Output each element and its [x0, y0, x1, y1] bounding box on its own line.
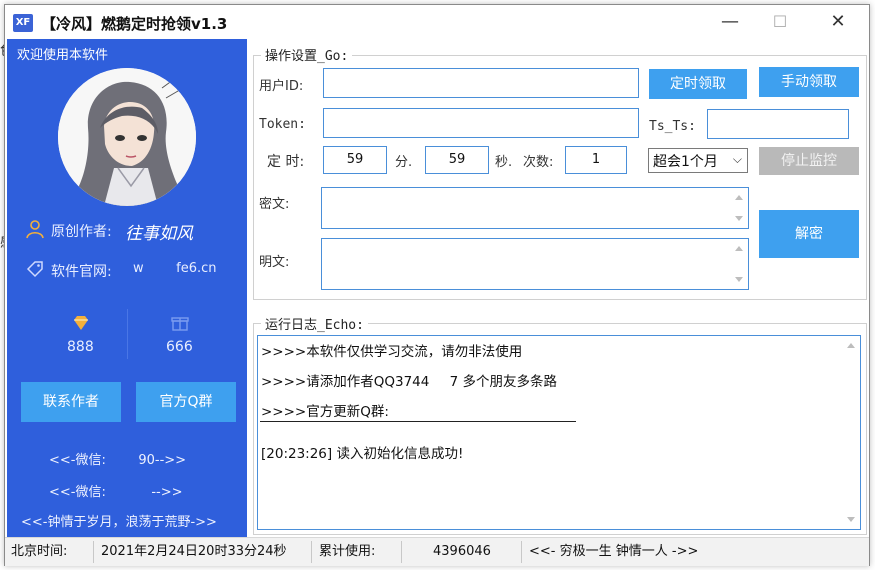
- close-button[interactable]: ✕: [815, 7, 861, 37]
- package-select[interactable]: 超会1个月 ⌵: [648, 148, 748, 173]
- user-icon: [25, 219, 45, 239]
- diamond-icon: [71, 313, 91, 333]
- scroll-up-icon[interactable]: [735, 195, 743, 200]
- scroll-up-icon[interactable]: [847, 343, 855, 348]
- tsts-input[interactable]: [707, 109, 849, 139]
- tsts-label: Ts_Ts:: [649, 119, 696, 134]
- second-unit: 秒.: [495, 155, 513, 170]
- timed-claim-button[interactable]: 定时领取: [649, 69, 747, 99]
- log-line: >>>>官方更新Q群:: [261, 404, 389, 420]
- gift-icon: [170, 313, 190, 333]
- minute-input[interactable]: 59: [323, 146, 387, 174]
- count-label: 次数:: [523, 155, 554, 170]
- count-input[interactable]: 1: [565, 146, 627, 174]
- package-select-value: 超会1个月: [653, 154, 718, 170]
- plain-label: 明文:: [259, 255, 290, 270]
- log-line: [20:23:26] 读入初始化信息成功!: [261, 446, 464, 462]
- cipher-scrollbar[interactable]: [732, 189, 747, 227]
- scroll-down-icon[interactable]: [847, 517, 855, 522]
- status-bar: 北京时间: 2021年2月24日20时33分24秒 累计使用: 4396046 …: [5, 537, 869, 566]
- site-url[interactable]: w fe6.cn: [133, 261, 217, 276]
- scroll-up-icon[interactable]: [735, 246, 743, 251]
- scroll-down-icon[interactable]: [735, 216, 743, 221]
- chevron-down-icon: ⌵: [732, 152, 742, 166]
- minimize-button[interactable]: —: [707, 7, 753, 37]
- stat-diamond-value: 888: [67, 339, 94, 355]
- time-label: 北京时间:: [11, 544, 68, 559]
- decrypt-button[interactable]: 解密: [759, 210, 859, 258]
- title-bar[interactable]: XF 【冷风】燃鹅定时抢领v1.3 — ☐ ✕: [5, 5, 869, 41]
- author-avatar: [58, 68, 196, 206]
- welcome-text: 欢迎使用本软件: [17, 48, 109, 63]
- time-value: 2021年2月24日20时33分24秒: [101, 544, 287, 559]
- stop-monitor-button[interactable]: 停止监控: [759, 147, 859, 175]
- app-window: XF 【冷风】燃鹅定时抢领v1.3 — ☐ ✕ 欢迎使用本软件 原创作者: 往事…: [4, 4, 870, 566]
- plain-textarea[interactable]: [321, 238, 749, 290]
- status-separator: [521, 541, 522, 563]
- status-separator: [311, 541, 312, 563]
- status-slogan: <<- 穷极一生 钟情一人 ->>: [529, 544, 699, 559]
- status-separator: [401, 541, 402, 563]
- wechat-contact-1: <<-微信: 90-->>: [49, 453, 187, 468]
- site-label: 软件官网:: [51, 264, 112, 280]
- motto-text: <<-钟情于岁月，浪荡于荒野->>: [21, 515, 217, 530]
- maximize-button[interactable]: ☐: [757, 7, 803, 37]
- divider: [127, 309, 128, 359]
- log-scrollbar[interactable]: [844, 337, 859, 528]
- wechat-contact-2: <<-微信: -->>: [49, 485, 183, 500]
- window-title: 【冷风】燃鹅定时抢领v1.3: [41, 15, 228, 33]
- timer-label: 定 时:: [267, 154, 305, 170]
- cipher-label: 密文:: [259, 197, 290, 212]
- author-label: 原创作者:: [51, 224, 112, 240]
- user-id-input[interactable]: [323, 68, 639, 98]
- token-input[interactable]: [323, 108, 639, 138]
- token-label: Token:: [259, 117, 306, 132]
- cipher-textarea[interactable]: [321, 187, 749, 229]
- status-separator: [93, 541, 94, 563]
- usage-value: 4396046: [433, 544, 491, 559]
- log-output[interactable]: >>>>本软件仅供学习交流，请勿非法使用 >>>>请添加作者QQ3744 7 多…: [257, 335, 861, 530]
- minute-unit: 分.: [395, 155, 413, 170]
- settings-group-title: 操作设置_Go:: [261, 45, 353, 64]
- official-group-button[interactable]: 官方Q群: [136, 382, 236, 422]
- second-input[interactable]: 59: [425, 146, 489, 174]
- scroll-down-icon[interactable]: [735, 277, 743, 282]
- sidebar: 欢迎使用本软件 原创作者: 往事如风 软件官网: w fe6.cn 888 66…: [7, 39, 247, 537]
- log-line: >>>>本软件仅供学习交流，请勿非法使用: [261, 344, 523, 360]
- usage-label: 累计使用:: [319, 544, 376, 559]
- contact-author-button[interactable]: 联系作者: [21, 382, 121, 422]
- log-separator: [260, 421, 576, 422]
- log-group-title: 运行日志_Echo:: [261, 314, 368, 333]
- manual-claim-button[interactable]: 手动领取: [759, 67, 859, 97]
- log-line: >>>>请添加作者QQ3744 7 多个朋友多条路: [261, 374, 557, 390]
- stat-gift-value: 666: [166, 339, 193, 355]
- user-id-label: 用户ID:: [259, 79, 304, 94]
- plain-scrollbar[interactable]: [732, 240, 747, 288]
- tag-icon: [25, 259, 45, 279]
- author-name: 往事如风: [125, 224, 193, 244]
- app-icon: XF: [13, 14, 33, 32]
